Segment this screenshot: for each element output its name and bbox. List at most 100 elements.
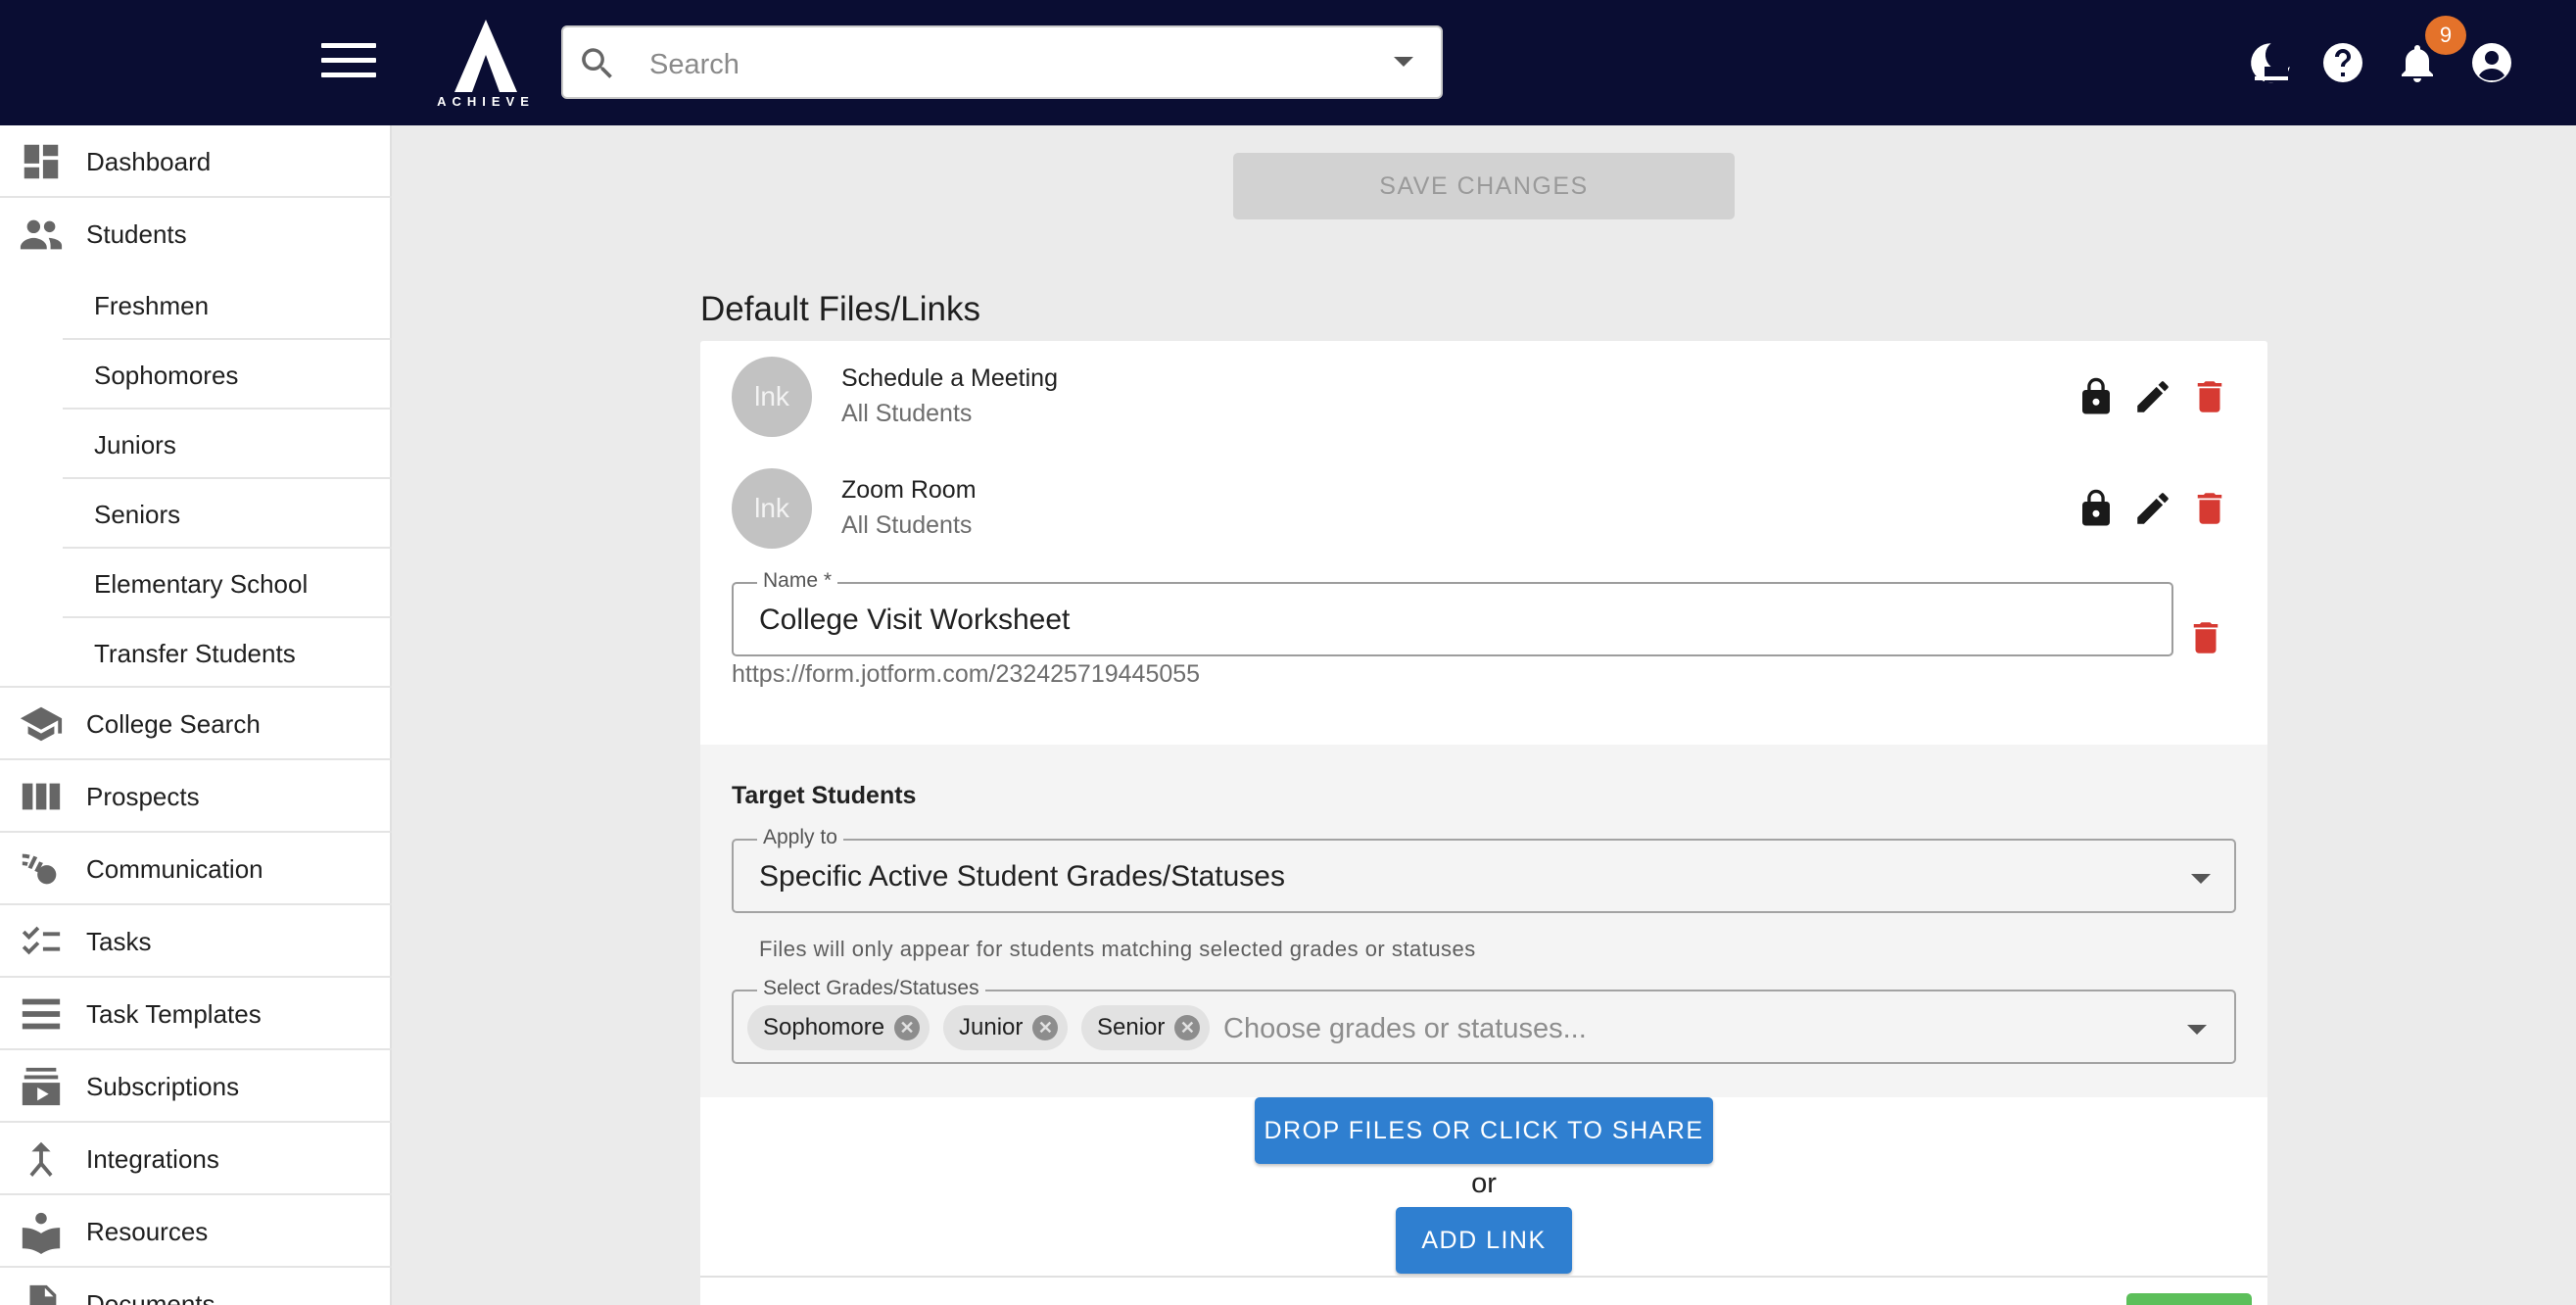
sidebar-item-elementary-school[interactable]: Elementary School (63, 549, 392, 618)
or-separator: or (1471, 1168, 1497, 1199)
remove-chip-icon[interactable]: ✕ (1174, 1015, 1201, 1040)
files-links-card: lnk Schedule a Meeting All Students lnk … (700, 341, 2267, 1305)
link-audience: All Students (841, 511, 973, 539)
link-avatar: lnk (732, 357, 812, 437)
sidebar-item-college-search[interactable]: College Search (0, 688, 392, 760)
sidebar-item-students[interactable]: Students (0, 198, 392, 270)
link-title: Schedule a Meeting (841, 364, 1058, 392)
logo-text: ACHIEVE (437, 94, 535, 109)
sidebar-item-seniors[interactable]: Seniors (63, 479, 392, 549)
drop-files-button[interactable]: DROP FILES OR CLICK TO SHARE (1255, 1097, 1713, 1164)
target-students-title: Target Students (732, 782, 917, 809)
remove-chip-icon[interactable]: ✕ (1032, 1015, 1059, 1040)
sidebar-item-documents[interactable]: Documents (0, 1268, 392, 1305)
apply-to-select[interactable]: Apply to Specific Active Student Grades/… (732, 826, 2236, 913)
sidebar-item-label: Seniors (94, 500, 181, 529)
columns-icon (22, 783, 61, 810)
reader-icon (22, 1212, 61, 1254)
chip-label: Junior (959, 1014, 1024, 1040)
link-avatar: lnk (732, 468, 812, 549)
search-dropdown-arrow-icon[interactable] (1394, 57, 1413, 67)
apply-to-value: Specific Active Student Grades/Statuses (759, 860, 1285, 893)
delete-icon[interactable] (2185, 617, 2226, 658)
grades-statuses-label: Select Grades/Statuses (757, 977, 985, 1000)
sidebar-item-label: Resources (86, 1217, 209, 1246)
chip-label: Sophomore (763, 1014, 885, 1040)
sidebar-item-label: Prospects (86, 782, 200, 811)
confirm-button[interactable] (2126, 1293, 2252, 1305)
divider (700, 1276, 2267, 1278)
school-icon (20, 706, 63, 742)
lock-icon[interactable] (2075, 488, 2117, 529)
merge-icon (29, 1141, 53, 1178)
lock-icon[interactable] (2075, 376, 2117, 417)
top-app-bar: ACHIEVE Search 9 (0, 0, 2576, 125)
sidebar-item-label: Subscriptions (86, 1072, 240, 1101)
chevron-down-icon (2187, 1025, 2207, 1035)
chip-label: Senior (1097, 1014, 1166, 1040)
list-icon (22, 998, 61, 1030)
add-link-button[interactable]: ADD LINK (1396, 1207, 1572, 1274)
grades-statuses-select[interactable]: Select Grades/Statuses Sophomore ✕ Junio… (732, 977, 2236, 1064)
search-icon (582, 48, 612, 78)
broadcast-icon (22, 853, 57, 885)
sidebar-item-resources[interactable]: Resources (0, 1195, 392, 1268)
sidebar-item-label: College Search (86, 709, 261, 739)
sidebar-item-label: Juniors (94, 430, 176, 459)
sidebar-item-task-templates[interactable]: Task Templates (0, 978, 392, 1050)
apply-to-helper-text: Files will only appear for students matc… (759, 937, 1476, 961)
target-students-panel: Target Students Apply to Specific Active… (700, 745, 2267, 1097)
sidebar-item-label: Sophomores (94, 361, 239, 390)
document-icon (29, 1284, 57, 1305)
chevron-down-icon (2191, 874, 2211, 884)
sidebar-item-label: Dashboard (86, 147, 212, 176)
sidebar-item-tasks[interactable]: Tasks (0, 905, 392, 978)
account-icon[interactable] (2468, 39, 2515, 86)
delete-icon[interactable] (2189, 488, 2230, 529)
sidebar-item-dashboard[interactable]: Dashboard (0, 125, 392, 198)
sidebar-item-juniors[interactable]: Juniors (63, 410, 392, 479)
sidebar-item-label: Integrations (86, 1144, 219, 1174)
search-input[interactable]: Search (649, 49, 739, 81)
notification-badge: 9 (2425, 16, 2466, 55)
delete-icon[interactable] (2189, 376, 2230, 417)
name-field-value[interactable]: College Visit Worksheet (759, 604, 1070, 637)
sidebar-item-label: Documents (86, 1289, 215, 1305)
apply-to-label: Apply to (757, 826, 843, 849)
grades-statuses-input[interactable]: Choose grades or statuses... (1223, 1013, 1587, 1045)
section-title: Default Files/Links (700, 290, 980, 328)
link-audience: All Students (841, 400, 973, 427)
name-field-label: Name * (757, 569, 838, 593)
people-icon (20, 219, 63, 250)
sidebar-item-label: Freshmen (94, 291, 210, 320)
checklist-icon (22, 926, 61, 955)
save-changes-button[interactable]: SAVE CHANGES (1233, 153, 1735, 219)
sidebar-item-label: Transfer Students (94, 639, 296, 668)
sidebar-item-subscriptions[interactable]: Subscriptions (0, 1050, 392, 1123)
chip-senior: Senior ✕ (1081, 1005, 1211, 1050)
edit-icon[interactable] (2132, 376, 2173, 417)
sidebar-item-integrations[interactable]: Integrations (0, 1123, 392, 1195)
dark-mode-icon[interactable] (2247, 39, 2294, 86)
search-bar[interactable]: Search (561, 25, 1443, 99)
sidebar-item-prospects[interactable]: Prospects (0, 760, 392, 833)
sidebar-item-label: Students (86, 219, 187, 249)
help-icon[interactable] (2319, 39, 2366, 86)
sidebar-item-label: Tasks (86, 927, 152, 956)
link-title: Zoom Room (841, 476, 977, 504)
edit-icon[interactable] (2132, 488, 2173, 529)
sidebar-item-communication[interactable]: Communication (0, 833, 392, 905)
remove-chip-icon[interactable]: ✕ (894, 1015, 921, 1040)
sidebar-item-label: Communication (86, 854, 263, 884)
sidebar-item-transfer-students[interactable]: Transfer Students (0, 618, 392, 688)
sidebar: Dashboard Students Freshmen Sophomores J… (0, 125, 392, 1305)
sidebar-item-label: Task Templates (86, 999, 262, 1029)
sidebar-item-freshmen[interactable]: Freshmen (63, 270, 392, 340)
sidebar-item-sophomores[interactable]: Sophomores (63, 340, 392, 410)
link-url: https://form.jotform.com/232425719445055 (732, 660, 1201, 688)
menu-icon[interactable] (321, 43, 376, 82)
chip-junior: Junior ✕ (943, 1005, 1069, 1050)
name-field[interactable]: Name * College Visit Worksheet (732, 569, 2173, 656)
subscriptions-icon (22, 1067, 61, 1106)
dashboard-icon (24, 144, 59, 179)
